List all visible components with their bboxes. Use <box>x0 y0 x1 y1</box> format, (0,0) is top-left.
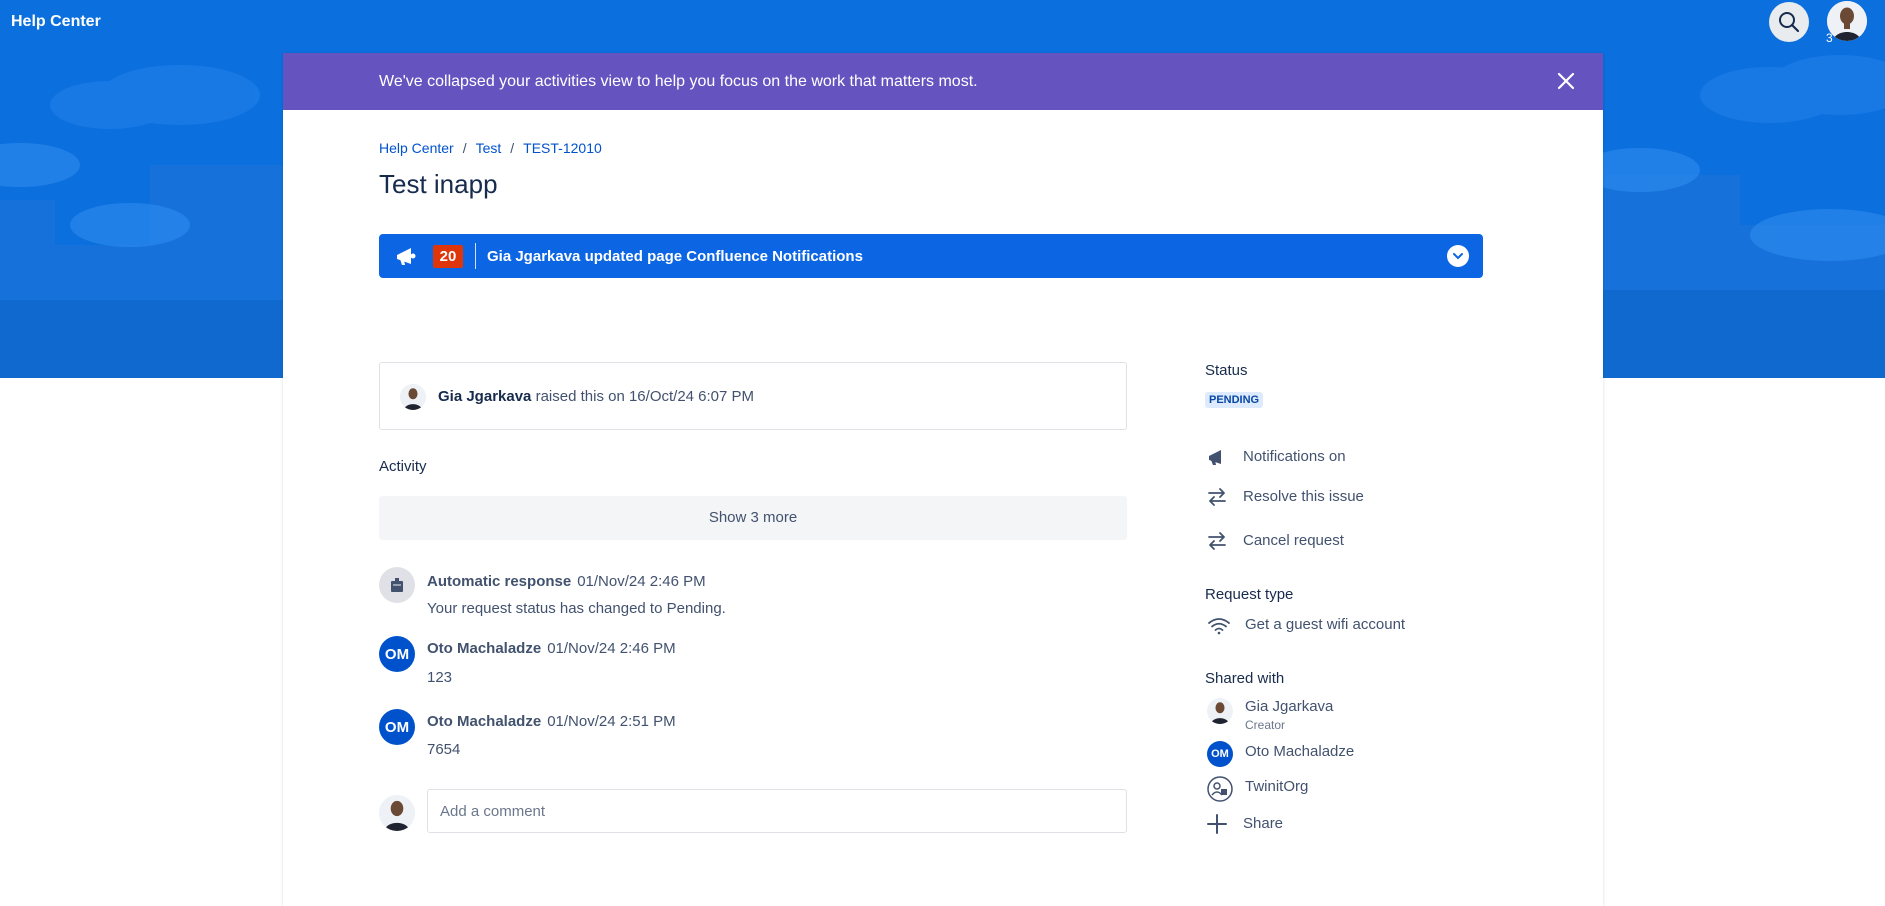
breadcrumb-help-center[interactable]: Help Center <box>379 140 454 156</box>
notification-bar[interactable]: 20 Gia Jgarkava updated page Confluence … <box>379 234 1483 278</box>
notification-count-badge: 3 <box>1826 31 1833 45</box>
wifi-icon <box>1208 618 1230 635</box>
user-avatar <box>1827 1 1867 41</box>
activity-time: 01/Nov/24 2:46 PM <box>547 640 676 657</box>
organization-name: TwinitOrg <box>1245 778 1309 795</box>
shared-person-name: Gia Jgarkava <box>1245 698 1334 715</box>
notification-text: Gia Jgarkava updated page Confluence Not… <box>487 248 863 265</box>
profile-menu-button[interactable]: 3 <box>1825 0 1869 45</box>
activity-item: OM Oto Machaladze 01/Nov/24 2:46 PM 123 <box>379 636 1127 696</box>
breadcrumb-separator: / <box>510 140 515 156</box>
search-button[interactable] <box>1769 2 1809 42</box>
notifications-toggle[interactable]: Notifications on <box>1205 443 1505 471</box>
request-type: Get a guest wifi account <box>1205 614 1505 640</box>
breadcrumb-ticket[interactable]: TEST-12010 <box>523 140 602 156</box>
action-label: Cancel request <box>1243 532 1344 549</box>
comment-box <box>379 789 1127 835</box>
status-badge: PENDING <box>1205 392 1264 408</box>
activity-time: 01/Nov/24 2:51 PM <box>547 713 676 730</box>
reporter-name: Gia Jgarkava <box>438 388 532 405</box>
notification-divider <box>475 243 476 269</box>
transition-arrows-icon <box>1208 532 1226 550</box>
activity-item: OM Oto Machaladze 01/Nov/24 2:51 PM 7654 <box>379 709 1127 769</box>
automation-avatar <box>379 567 415 603</box>
notification-count: 20 <box>433 245 463 268</box>
transition-arrows-icon <box>1208 488 1226 506</box>
person-avatar-icon <box>379 795 415 831</box>
request-type-heading: Request type <box>1205 586 1294 603</box>
close-icon <box>1557 72 1575 90</box>
raised-by-panel: Gia Jgarkava raised this on 16/Oct/24 6:… <box>379 362 1127 430</box>
plus-icon <box>1207 814 1227 834</box>
top-bar: Help Center 3 <box>0 0 1885 45</box>
activity-author: Automatic response <box>427 573 572 590</box>
reporter-avatar <box>400 384 426 410</box>
activity-header: Oto Machaladze 01/Nov/24 2:46 PM <box>427 640 676 657</box>
organization-icon <box>1207 776 1233 802</box>
action-label: Notifications on <box>1243 448 1346 465</box>
search-icon <box>1779 12 1800 33</box>
activity-item: Automatic response 01/Nov/24 2:46 PM Your… <box>379 567 1127 627</box>
activity-header: Automatic response 01/Nov/24 2:46 PM <box>427 573 706 590</box>
request-card: We've collapsed your activities view to … <box>283 53 1603 906</box>
person-avatar-icon <box>1827 1 1867 41</box>
raised-by-text: Gia Jgarkava raised this on 16/Oct/24 6:… <box>438 388 754 405</box>
breadcrumb: Help Center / Test / TEST-12010 <box>379 140 602 156</box>
chevron-down-icon <box>1453 253 1463 260</box>
breadcrumb-test[interactable]: Test <box>476 140 502 156</box>
activity-body: Your request status has changed to Pendi… <box>427 600 726 617</box>
raised-date: raised this on 16/Oct/24 6:07 PM <box>535 388 755 405</box>
shared-organization: TwinitOrg <box>1205 776 1505 802</box>
current-user-avatar <box>379 795 415 831</box>
person-avatar-icon <box>1207 698 1233 724</box>
megaphone-icon <box>397 248 416 265</box>
shared-person-name: Oto Machaladze <box>1245 743 1355 760</box>
activity-author: Oto Machaladze <box>427 640 542 657</box>
show-more-button[interactable]: Show 3 more <box>379 496 1127 540</box>
activity-heading: Activity <box>379 458 427 475</box>
shared-with-heading: Shared with <box>1205 670 1285 687</box>
shared-person: Gia Jgarkava Creator <box>1205 698 1505 732</box>
user-avatar-om: OM <box>379 636 415 672</box>
activity-body: 7654 <box>427 741 461 758</box>
breadcrumb-separator: / <box>462 140 467 156</box>
share-button[interactable]: Share <box>1205 810 1505 838</box>
status-heading: Status <box>1205 362 1248 379</box>
shared-person-role: Creator <box>1245 718 1286 732</box>
notification-expand-button[interactable] <box>1447 245 1469 267</box>
shared-person: OM Oto Machaladze <box>1205 741 1505 767</box>
cancel-request-action[interactable]: Cancel request <box>1205 527 1505 555</box>
request-type-value: Get a guest wifi account <box>1245 616 1406 633</box>
help-center-logo-link[interactable]: Help Center <box>11 13 101 31</box>
resolve-issue-action[interactable]: Resolve this issue <box>1205 483 1505 511</box>
person-avatar-icon <box>400 384 426 410</box>
info-banner: We've collapsed your activities view to … <box>283 53 1603 110</box>
banner-message: We've collapsed your activities view to … <box>379 73 978 90</box>
comment-input[interactable] <box>427 789 1127 833</box>
user-avatar-om: OM <box>1207 741 1233 767</box>
action-label: Resolve this issue <box>1243 488 1364 505</box>
activity-header: Oto Machaladze 01/Nov/24 2:51 PM <box>427 713 676 730</box>
activity-author: Oto Machaladze <box>427 713 542 730</box>
page-title: Test inapp <box>379 169 498 199</box>
user-avatar-om: OM <box>379 709 415 745</box>
megaphone-icon <box>1209 450 1221 465</box>
person-avatar <box>1207 698 1233 724</box>
activity-time: 01/Nov/24 2:46 PM <box>577 573 706 590</box>
robot-icon <box>391 578 403 592</box>
banner-close-button[interactable] <box>1554 69 1578 93</box>
share-label: Share <box>1243 815 1284 832</box>
activity-body: 123 <box>427 669 453 686</box>
